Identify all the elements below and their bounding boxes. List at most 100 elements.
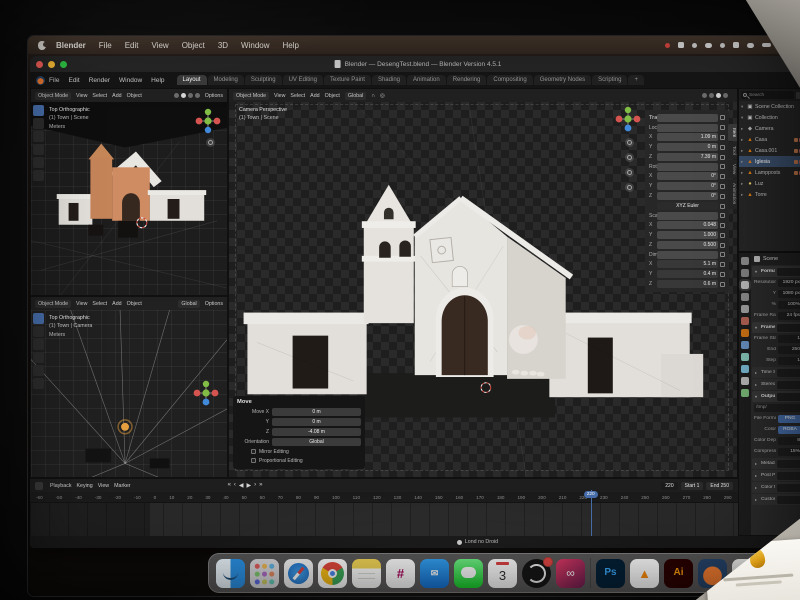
mode-dropdown[interactable]: Object Mode bbox=[35, 300, 71, 308]
macos-menu-item[interactable]: Edit bbox=[125, 41, 139, 50]
dock-icon-vlc[interactable]: ▲ bbox=[630, 559, 659, 588]
viewport-main[interactable]: Object Mode ViewSelectAddObject Global ∩… bbox=[228, 88, 738, 478]
current-frame-field[interactable]: 220 bbox=[661, 482, 677, 490]
properties-row[interactable]: Color Depth 8 bbox=[751, 435, 800, 446]
viewport-menu-item[interactable]: Select bbox=[92, 93, 107, 99]
properties-row[interactable]: Compression 15% bbox=[751, 446, 800, 457]
operator-title[interactable]: Move bbox=[237, 399, 361, 405]
workspace-tab[interactable]: Compositing bbox=[487, 75, 532, 85]
lock-icon[interactable] bbox=[720, 243, 725, 248]
viewport-a-canvas[interactable]: Top Orthographic (1) Town | Scene Meters bbox=[31, 102, 227, 295]
lock-icon[interactable] bbox=[720, 272, 725, 277]
expand-caret-icon[interactable]: ▸ bbox=[741, 170, 745, 176]
workspace-tab[interactable]: Texture Paint bbox=[324, 75, 371, 85]
lock-icon[interactable] bbox=[720, 135, 725, 140]
minimize-window-button[interactable] bbox=[48, 61, 55, 68]
options-dropdown[interactable]: Options bbox=[205, 93, 223, 99]
n-panel-tab[interactable]: Animation bbox=[728, 179, 737, 208]
operator-value-row[interactable]: Move X 0 m bbox=[237, 407, 361, 417]
timeline-editor[interactable]: PlaybackKeyingViewMarker «‹◀▶›» 220 Star… bbox=[30, 478, 738, 536]
viewport-menu-item[interactable]: Add bbox=[112, 93, 121, 99]
timeline-menu-item[interactable]: Playback bbox=[50, 483, 72, 489]
n-panel-row[interactable]: Scale bbox=[647, 211, 727, 220]
properties-row[interactable]: Step 1 bbox=[751, 355, 800, 366]
viewport-menu-item[interactable]: Object bbox=[127, 93, 142, 99]
properties-row[interactable]: /tmp/ bbox=[751, 402, 800, 413]
frame-end-field[interactable]: End 250 bbox=[706, 482, 733, 490]
dock-icon-slack[interactable]: # bbox=[386, 559, 415, 588]
orientation-value-dropdown[interactable]: Global bbox=[272, 438, 361, 446]
viewport-menu-item[interactable]: Select bbox=[92, 301, 107, 307]
outliner-row[interactable]: ▸ ▲ Lampposts bbox=[739, 167, 800, 178]
outliner-search-input[interactable]: Search bbox=[741, 91, 794, 99]
timeline-editor-icon[interactable] bbox=[35, 482, 43, 490]
properties-tab-view-layer[interactable] bbox=[741, 293, 749, 301]
properties-tab-modifiers[interactable] bbox=[741, 341, 749, 349]
checkbox-icon[interactable] bbox=[251, 449, 256, 454]
macos-status-bluetooth-icon[interactable] bbox=[692, 43, 697, 48]
outliner-row[interactable]: ▸ ▲ Torre bbox=[739, 189, 800, 200]
viewport-menu-item[interactable]: View bbox=[76, 301, 87, 307]
viewport-menu-item[interactable]: View bbox=[274, 93, 285, 99]
lock-icon[interactable] bbox=[720, 233, 725, 238]
properties-row[interactable]: File Format PNG bbox=[751, 413, 800, 424]
viewport-b-toolbar[interactable] bbox=[33, 313, 46, 389]
lock-icon[interactable] bbox=[720, 184, 725, 189]
expand-caret-icon[interactable]: ▸ bbox=[741, 137, 745, 143]
lock-icon[interactable] bbox=[720, 262, 725, 267]
dock-icon-finder[interactable] bbox=[216, 559, 245, 588]
n-panel-row[interactable]: Transform bbox=[647, 112, 727, 123]
workspace-tab[interactable]: Layout bbox=[177, 75, 207, 85]
n-panel-row[interactable]: Y 1.000 bbox=[647, 230, 727, 240]
rotate-tool-icon[interactable] bbox=[33, 352, 44, 363]
workspace-tab[interactable]: Animation bbox=[407, 75, 446, 85]
n-panel-row[interactable]: Dimensions bbox=[647, 250, 727, 259]
n-panel-row[interactable]: X 5.1 m bbox=[647, 259, 727, 269]
timeline-ruler[interactable]: -60-50-40-30-20-100102030405060708090100… bbox=[30, 492, 738, 503]
viewport-top-left[interactable]: Object Mode ViewSelectAddObject Options bbox=[30, 88, 228, 296]
macos-menu-item[interactable]: Blender bbox=[56, 41, 86, 50]
properties-tab-particles[interactable] bbox=[741, 353, 749, 361]
select-tool-icon[interactable] bbox=[33, 313, 44, 324]
apple-logo-icon[interactable] bbox=[38, 41, 46, 50]
viewport-b-canvas[interactable]: Top Orthographic (1) Town | Camera Meter… bbox=[31, 310, 227, 477]
blender-menu-item[interactable]: Help bbox=[151, 77, 164, 84]
blender-menu-item[interactable]: Edit bbox=[68, 77, 79, 84]
workspace-tab[interactable]: Sculpting bbox=[245, 75, 282, 85]
dock-icon-round-app[interactable] bbox=[522, 559, 551, 588]
viewport-menu-item[interactable]: Object bbox=[127, 301, 142, 307]
viewport-menu-item[interactable]: Select bbox=[290, 93, 305, 99]
lock-icon[interactable] bbox=[720, 282, 725, 287]
macos-status-moon-icon[interactable] bbox=[720, 43, 725, 48]
timeline-menu-item[interactable]: Marker bbox=[114, 483, 130, 489]
operator-redo-panel[interactable]: Move Move X 0 m Y 0 m Z bbox=[233, 396, 365, 469]
expand-caret-icon[interactable]: ▾ bbox=[741, 104, 745, 110]
properties-tab-render[interactable] bbox=[741, 269, 749, 277]
n-panel-row[interactable]: XYZ Euler bbox=[647, 201, 727, 211]
dock-icon-chrome[interactable] bbox=[318, 559, 347, 588]
blender-logo-icon[interactable] bbox=[36, 76, 45, 85]
expand-caret-icon[interactable]: ▸ bbox=[741, 148, 745, 154]
lock-icon[interactable] bbox=[720, 213, 725, 218]
dock-icon-separator[interactable] bbox=[590, 558, 591, 588]
properties-row[interactable]: Output bbox=[752, 391, 800, 402]
macos-status-screen-record-icon[interactable] bbox=[665, 43, 670, 48]
zoom-window-button[interactable] bbox=[60, 61, 67, 68]
macos-status-displays-icon[interactable] bbox=[678, 42, 684, 48]
checkbox-icon[interactable] bbox=[251, 458, 256, 463]
workspace-tab[interactable]: Shading bbox=[372, 75, 406, 85]
macos-menu-item[interactable]: Object bbox=[182, 41, 205, 50]
expand-caret-icon[interactable]: ▸ bbox=[741, 159, 745, 165]
viewport-nav-icons[interactable] bbox=[625, 138, 634, 192]
expand-caret-icon[interactable]: ▸ bbox=[741, 192, 745, 198]
timeline-tracks[interactable] bbox=[30, 503, 738, 536]
move-tool-icon[interactable] bbox=[33, 339, 44, 350]
playhead-frame-badge[interactable]: 220 bbox=[584, 491, 598, 498]
expand-caret-icon[interactable]: ▸ bbox=[741, 126, 745, 132]
dock-icon-safari[interactable] bbox=[284, 559, 313, 588]
blender-menu-item[interactable]: File bbox=[49, 77, 59, 84]
viewport-menu-item[interactable]: Add bbox=[112, 301, 121, 307]
lock-icon[interactable] bbox=[720, 223, 725, 228]
n-panel-row[interactable]: X 1.09 m bbox=[647, 132, 727, 142]
blender-menu-item[interactable]: Render bbox=[89, 77, 110, 84]
